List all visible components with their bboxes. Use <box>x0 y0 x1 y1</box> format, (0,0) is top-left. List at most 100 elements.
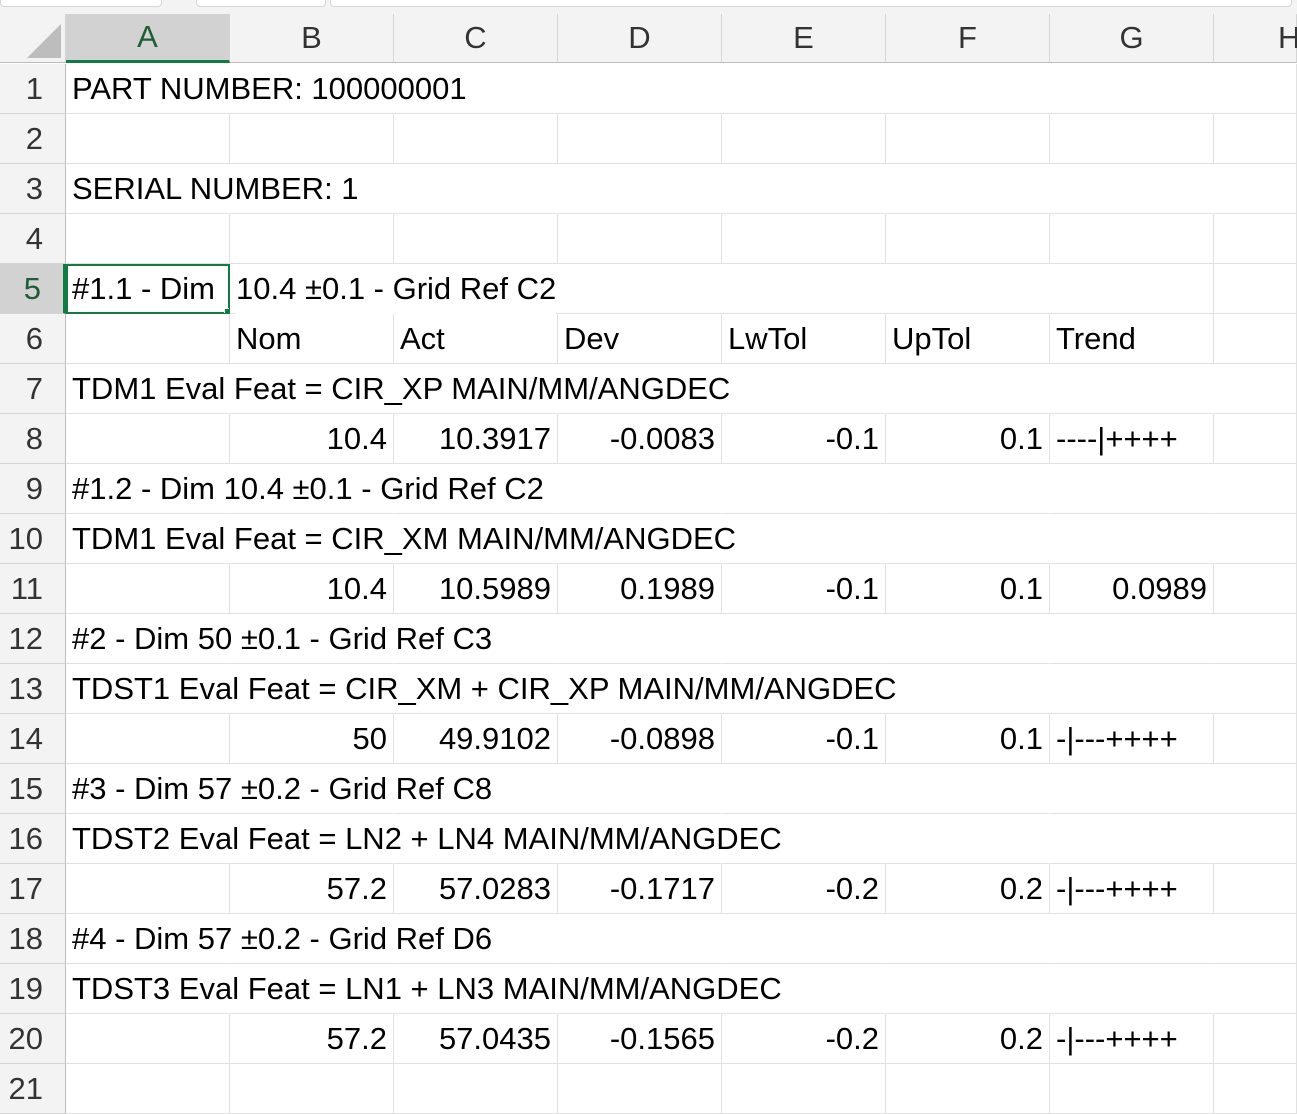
cell-g16[interactable] <box>1050 814 1214 864</box>
column-header-c[interactable]: C <box>394 14 558 63</box>
cell-b13[interactable] <box>230 664 394 714</box>
row-header-1[interactable]: 1 <box>0 64 66 114</box>
cell-f15[interactable] <box>886 764 1050 814</box>
cell-d3[interactable] <box>558 164 722 214</box>
cell-a17[interactable] <box>66 864 230 914</box>
cell-e21[interactable] <box>722 1064 886 1114</box>
cell-b3[interactable] <box>230 164 394 214</box>
cell-d15[interactable] <box>558 764 722 814</box>
cell-h12[interactable] <box>1214 614 1297 664</box>
cell-d2[interactable] <box>558 114 722 164</box>
cell-e18[interactable] <box>722 914 886 964</box>
row-header-18[interactable]: 18 <box>0 914 66 964</box>
cell-e17[interactable]: -0.2 <box>722 864 886 914</box>
cell-f16[interactable] <box>886 814 1050 864</box>
cell-g21[interactable] <box>1050 1064 1214 1114</box>
cell-g7[interactable] <box>1050 364 1214 414</box>
cell-d5[interactable] <box>558 264 722 314</box>
row-header-4[interactable]: 4 <box>0 214 66 264</box>
cell-g9[interactable] <box>1050 464 1214 514</box>
cell-a12[interactable]: #2 - Dim 50 ±0.1 - Grid Ref C3 <box>66 614 492 664</box>
row-header-6[interactable]: 6 <box>0 314 66 364</box>
cell-d11[interactable]: 0.1989 <box>558 564 722 614</box>
cell-g5[interactable] <box>1050 264 1214 314</box>
cell-a18[interactable]: #4 - Dim 57 ±0.2 - Grid Ref D6 <box>66 914 492 964</box>
cell-b11[interactable]: 10.4 <box>230 564 394 614</box>
cell-e20[interactable]: -0.2 <box>722 1014 886 1064</box>
cell-c19[interactable] <box>394 964 558 1014</box>
cell-c2[interactable] <box>394 114 558 164</box>
cell-c20[interactable]: 57.0435 <box>394 1014 558 1064</box>
tab-stub-middle[interactable] <box>196 0 326 7</box>
cell-a19[interactable]: TDST3 Eval Feat = LN1 + LN3 MAIN/MM/ANGD… <box>66 964 782 1014</box>
cell-b7[interactable] <box>230 364 394 414</box>
cell-f14[interactable]: 0.1 <box>886 714 1050 764</box>
row-header-7[interactable]: 7 <box>0 364 66 414</box>
cell-b8[interactable]: 10.4 <box>230 414 394 464</box>
cell-d7[interactable] <box>558 364 722 414</box>
cell-c3[interactable] <box>394 164 558 214</box>
cell-a6[interactable] <box>66 314 230 364</box>
cell-e5[interactable] <box>722 264 886 314</box>
cell-g19[interactable] <box>1050 964 1214 1014</box>
cell-g8[interactable]: ----|++++ <box>1050 414 1214 464</box>
tab-stub-left[interactable] <box>0 0 162 7</box>
cell-f12[interactable] <box>886 614 1050 664</box>
cell-e9[interactable] <box>722 464 886 514</box>
cell-b20[interactable]: 57.2 <box>230 1014 394 1064</box>
cell-a11[interactable] <box>66 564 230 614</box>
row-header-9[interactable]: 9 <box>0 464 66 514</box>
cell-b21[interactable] <box>230 1064 394 1114</box>
cell-e15[interactable] <box>722 764 886 814</box>
cell-g6[interactable]: Trend <box>1050 314 1214 364</box>
cell-g20[interactable]: -|---++++ <box>1050 1014 1214 1064</box>
cell-b17[interactable]: 57.2 <box>230 864 394 914</box>
cell-f11[interactable]: 0.1 <box>886 564 1050 614</box>
cell-h8[interactable] <box>1214 414 1297 464</box>
cell-f7[interactable] <box>886 364 1050 414</box>
cell-b5[interactable]: 10.4 ±0.1 - Grid Ref C2 <box>230 264 557 314</box>
select-all-corner[interactable] <box>0 14 66 63</box>
cell-a4[interactable] <box>66 214 230 264</box>
row-header-19[interactable]: 19 <box>0 964 66 1014</box>
cell-g14[interactable]: -|---++++ <box>1050 714 1214 764</box>
cell-c10[interactable] <box>394 514 558 564</box>
cell-e19[interactable] <box>722 964 886 1014</box>
cell-g2[interactable] <box>1050 114 1214 164</box>
cell-f17[interactable]: 0.2 <box>886 864 1050 914</box>
cell-b1[interactable] <box>230 64 394 114</box>
cell-f2[interactable] <box>886 114 1050 164</box>
cell-h17[interactable] <box>1214 864 1297 914</box>
cell-g18[interactable] <box>1050 914 1214 964</box>
cell-e1[interactable] <box>722 64 886 114</box>
cell-e7[interactable] <box>722 364 886 414</box>
cell-h4[interactable] <box>1214 214 1297 264</box>
cell-f18[interactable] <box>886 914 1050 964</box>
row-header-2[interactable]: 2 <box>0 114 66 164</box>
cell-d6[interactable]: Dev <box>558 314 722 364</box>
cell-f13[interactable] <box>886 664 1050 714</box>
cell-g15[interactable] <box>1050 764 1214 814</box>
cell-e2[interactable] <box>722 114 886 164</box>
cell-b14[interactable]: 50 <box>230 714 394 764</box>
row-header-13[interactable]: 13 <box>0 664 66 714</box>
cell-e16[interactable] <box>722 814 886 864</box>
cell-g17[interactable]: -|---++++ <box>1050 864 1214 914</box>
cell-h6[interactable] <box>1214 314 1297 364</box>
column-header-e[interactable]: E <box>722 14 886 63</box>
row-header-14[interactable]: 14 <box>0 714 66 764</box>
cell-b6[interactable]: Nom <box>230 314 394 364</box>
cell-d18[interactable] <box>558 914 722 964</box>
cell-d10[interactable] <box>558 514 722 564</box>
cell-f4[interactable] <box>886 214 1050 264</box>
cell-c16[interactable] <box>394 814 558 864</box>
cell-d8[interactable]: -0.0083 <box>558 414 722 464</box>
cell-g10[interactable] <box>1050 514 1214 564</box>
cell-e11[interactable]: -0.1 <box>722 564 886 614</box>
cell-f5[interactable] <box>886 264 1050 314</box>
cell-h19[interactable] <box>1214 964 1297 1014</box>
cell-d17[interactable]: -0.1717 <box>558 864 722 914</box>
column-header-h[interactable]: H <box>1214 14 1297 63</box>
cell-h14[interactable] <box>1214 714 1297 764</box>
cell-a13[interactable]: TDST1 Eval Feat = CIR_XM + CIR_XP MAIN/M… <box>66 664 897 714</box>
